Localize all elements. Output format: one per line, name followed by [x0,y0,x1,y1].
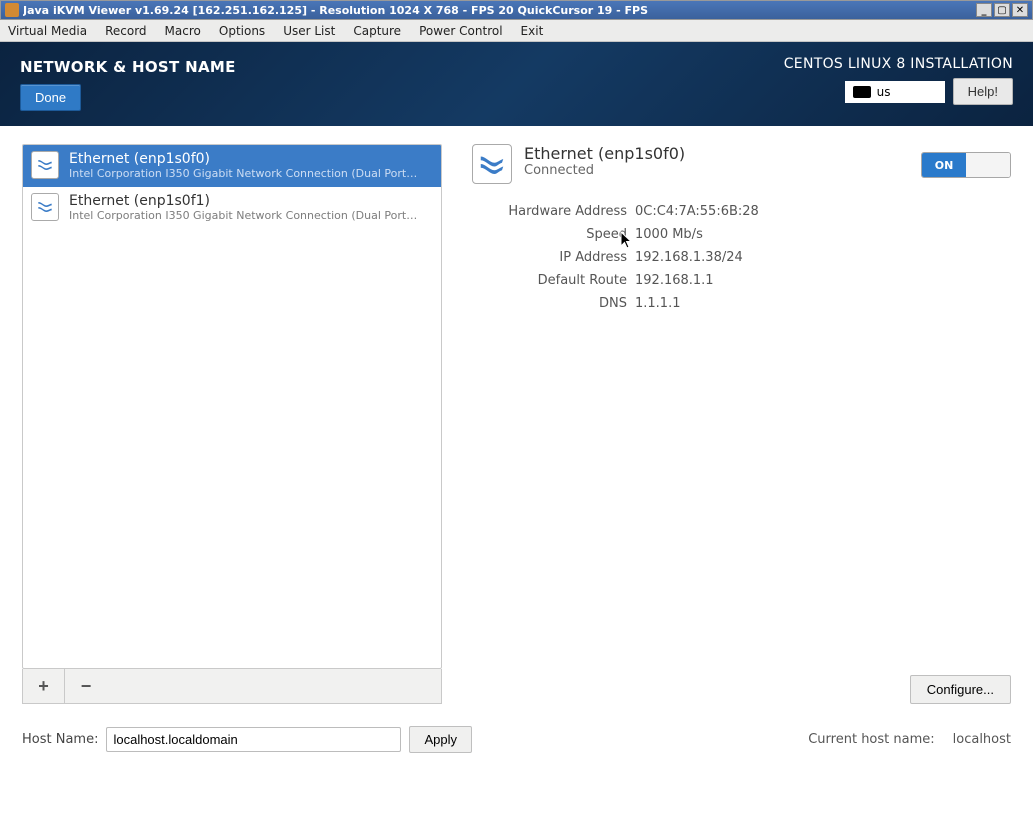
keyboard-indicator[interactable]: us [845,81,945,103]
nic-item-enp1s0f0[interactable]: Ethernet (enp1s0f0) Intel Corporation I3… [23,145,441,187]
nic-left-pane: Ethernet (enp1s0f0) Intel Corporation I3… [22,144,442,704]
menu-power-control[interactable]: Power Control [419,24,502,38]
keyboard-layout-label: us [877,85,891,99]
nic-item-enp1s0f1[interactable]: Ethernet (enp1s0f1) Intel Corporation I3… [23,187,441,229]
installer-header: NETWORK & HOST NAME Done CENTOS LINUX 8 … [0,42,1033,126]
ip-value: 192.168.1.38/24 [635,250,1011,265]
hwaddr-value: 0C:C4:7A:55:6B:28 [635,204,1011,219]
nic-list: Ethernet (enp1s0f0) Intel Corporation I3… [22,144,442,669]
nic-properties: Hardware Address 0C:C4:7A:55:6B:28 Speed… [472,204,1011,311]
window-title: Java iKVM Viewer v1.69.24 [162.251.162.1… [23,4,976,17]
route-label: Default Route [472,273,627,288]
route-value: 192.168.1.1 [635,273,1011,288]
remove-nic-button[interactable]: − [65,669,107,703]
help-button[interactable]: Help! [953,78,1013,105]
nic-name: Ethernet (enp1s0f1) [69,193,419,209]
kvm-menubar: Virtual Media Record Macro Options User … [0,20,1033,42]
configure-button[interactable]: Configure... [910,675,1011,704]
hostname-input[interactable] [106,727,401,752]
nic-list-toolbar: + − [22,669,442,704]
dns-value: 1.1.1.1 [635,296,1011,311]
menu-options[interactable]: Options [219,24,265,38]
toggle-knob [966,153,1010,177]
window-titlebar: Java iKVM Viewer v1.69.24 [162.251.162.1… [0,0,1033,20]
menu-macro[interactable]: Macro [165,24,201,38]
hostname-row: Host Name: Apply Current host name: loca… [22,726,1011,753]
nic-name: Ethernet (enp1s0f0) [69,151,419,167]
menu-capture[interactable]: Capture [353,24,401,38]
java-icon [5,3,19,17]
distro-label: CENTOS LINUX 8 INSTALLATION [784,56,1013,72]
current-hostname-label: Current host name: [808,732,934,747]
connection-toggle[interactable]: ON [921,152,1011,178]
menu-user-list[interactable]: User List [283,24,335,38]
speed-label: Speed [472,227,627,242]
menu-exit[interactable]: Exit [521,24,544,38]
apply-hostname-button[interactable]: Apply [409,726,472,753]
nic-subtitle: Intel Corporation I350 Gigabit Network C… [69,209,419,222]
content-area: Ethernet (enp1s0f0) Intel Corporation I3… [2,126,1031,817]
maximize-button[interactable]: ▢ [994,3,1010,17]
detail-nic-status: Connected [524,163,685,178]
menu-record[interactable]: Record [105,24,146,38]
toggle-on-label: ON [922,153,966,177]
keyboard-icon [853,86,871,98]
ethernet-icon [472,144,512,184]
nic-detail-pane: Ethernet (enp1s0f0) Connected ON Hardwar… [472,144,1011,704]
dns-label: DNS [472,296,627,311]
close-button[interactable]: ✕ [1012,3,1028,17]
nic-subtitle: Intel Corporation I350 Gigabit Network C… [69,167,419,180]
detail-nic-title: Ethernet (enp1s0f0) [524,144,685,163]
current-hostname-value: localhost [953,732,1011,747]
hostname-label: Host Name: [22,732,98,747]
add-nic-button[interactable]: + [23,669,65,703]
menu-virtual-media[interactable]: Virtual Media [8,24,87,38]
done-button[interactable]: Done [20,84,81,111]
ethernet-icon [31,151,59,179]
minimize-button[interactable]: _ [976,3,992,17]
page-title: NETWORK & HOST NAME [20,58,236,76]
ip-label: IP Address [472,250,627,265]
ethernet-icon [31,193,59,221]
window-controls: _ ▢ ✕ [976,3,1028,17]
hwaddr-label: Hardware Address [472,204,627,219]
speed-value: 1000 Mb/s [635,227,1011,242]
